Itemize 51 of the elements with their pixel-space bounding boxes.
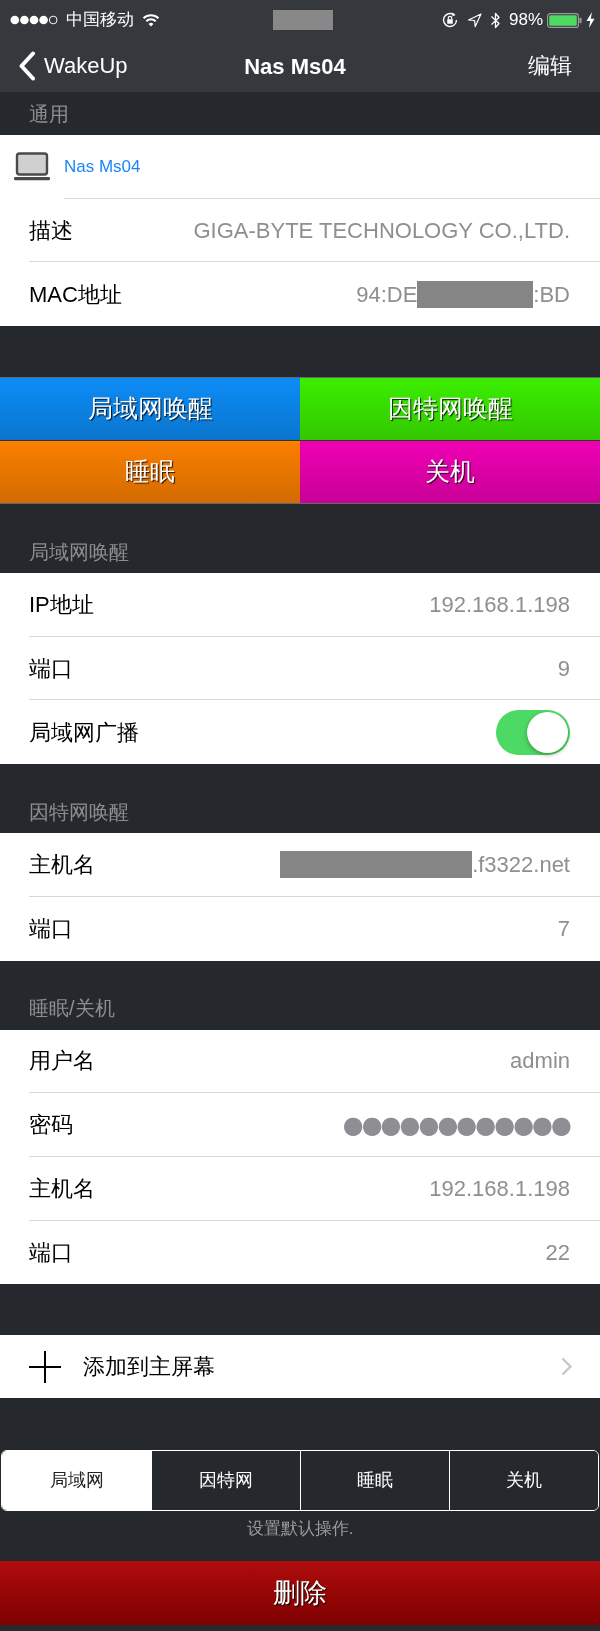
add-to-home-screen-button[interactable]: 添加到主屏幕 (0, 1335, 600, 1399)
field-value: 192.168.1.198 (429, 1174, 570, 1203)
toggle-switch[interactable] (496, 709, 570, 755)
field-label: 主机名 (29, 850, 95, 879)
field-label: 描述 (29, 216, 73, 245)
carrier-name: 中国移动 (66, 9, 134, 32)
field-value: 22 (545, 1238, 570, 1267)
field-label: MAC地址 (29, 280, 122, 309)
laptop-icon (13, 151, 51, 182)
field-label: 主机名 (29, 1174, 95, 1203)
hint-text: 设置默认操作. (245, 1518, 355, 1541)
action-button[interactable]: 局域网唤醒 (0, 378, 300, 441)
chevron-left-icon (18, 51, 36, 81)
device-name: Nas Ms04 (64, 155, 141, 178)
charging-bolt-icon (586, 12, 595, 28)
field-value: 9 (557, 654, 570, 683)
field-label: 密码 (29, 1111, 73, 1140)
password-value: ●●●●●●●●●●●● (342, 1112, 570, 1137)
field-value: .f3322.net (472, 850, 570, 879)
field-label: 用户名 (29, 1047, 95, 1076)
back-button[interactable]: WakeUp (18, 51, 128, 81)
field-label: 端口 (29, 1238, 73, 1267)
section-header: 睡眠/关机 (28, 996, 116, 1021)
action-button[interactable]: 关机 (300, 441, 600, 504)
signal-icon (10, 15, 58, 25)
battery-percentage: 98% (508, 9, 543, 32)
field-value: 192.168.1.198 (429, 590, 570, 619)
wifi-icon (142, 13, 160, 27)
section-header: 通用 (28, 101, 70, 127)
plus-icon (29, 1350, 61, 1383)
nav-title: Nas Ms04 (244, 52, 346, 81)
segment-tab[interactable]: 关机 (449, 1451, 598, 1511)
field-label: IP地址 (29, 590, 94, 619)
field-value: :BD (533, 280, 570, 309)
field-label: 端口 (29, 654, 73, 683)
section-header: 因特网唤醒 (28, 799, 130, 825)
location-arrow-icon (466, 12, 482, 28)
segment-tab[interactable]: 局域网 (2, 1451, 151, 1511)
delete-button[interactable]: 删除 (0, 1561, 600, 1626)
field-label: 端口 (29, 915, 73, 944)
rotation-lock-icon (440, 11, 459, 29)
battery-icon (547, 12, 582, 28)
chevron-right-icon (561, 1357, 572, 1377)
field-value: 7 (557, 915, 570, 944)
bluetooth-icon (489, 10, 501, 30)
field-value: GIGA-BYTE TECHNOLOGY CO.,LTD. (193, 216, 570, 245)
section-header: 局域网唤醒 (28, 539, 130, 565)
field-label: 局域网广播 (29, 718, 139, 747)
field-value: 94:DE (356, 280, 418, 309)
edit-button[interactable]: 编辑 (528, 52, 572, 80)
field-value: admin (510, 1047, 570, 1076)
